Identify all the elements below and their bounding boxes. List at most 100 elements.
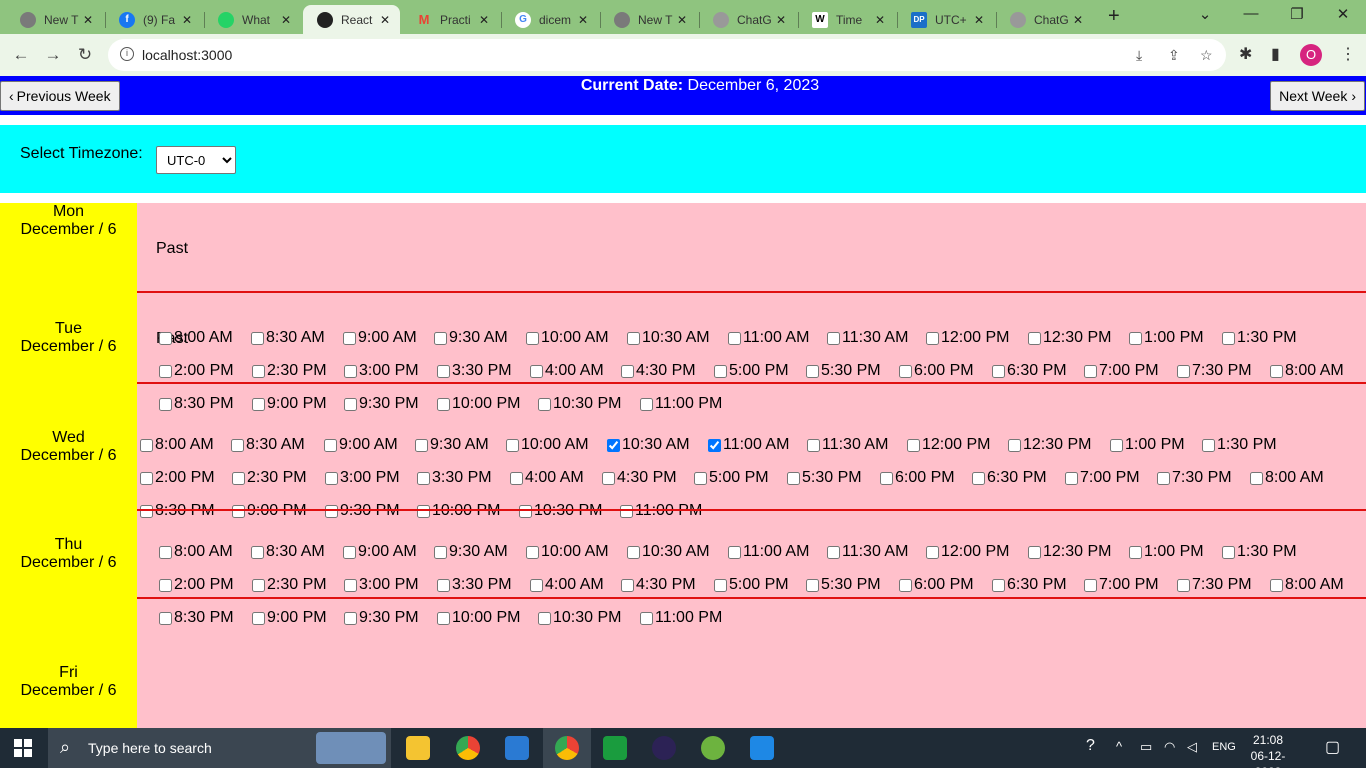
browser-tab[interactable]: Gdicem ✕: [501, 5, 598, 34]
time-slot-checkbox[interactable]: [344, 578, 357, 592]
time-slot[interactable]: 12:00 PM: [926, 329, 1009, 347]
time-slot-checkbox[interactable]: [1084, 364, 1097, 378]
windows-start-icon[interactable]: [14, 739, 32, 757]
time-slot-checkbox[interactable]: [620, 504, 633, 518]
time-slot[interactable]: 4:30 PM: [621, 576, 696, 594]
time-slot-checkbox[interactable]: [1157, 471, 1170, 485]
time-slot[interactable]: 11:30 AM: [827, 329, 908, 347]
time-slot-checkbox[interactable]: [787, 471, 800, 485]
time-slot-checkbox[interactable]: [252, 364, 265, 378]
time-slot-checkbox[interactable]: [434, 331, 447, 345]
close-tab-icon[interactable]: ✕: [1071, 13, 1085, 27]
time-slot[interactable]: 11:00 AM: [728, 543, 809, 561]
time-slot-checkbox[interactable]: [1065, 471, 1078, 485]
spring-tools-icon[interactable]: [701, 736, 725, 760]
time-slot-checkbox[interactable]: [899, 578, 912, 592]
time-slot-checkbox[interactable]: [806, 578, 819, 592]
time-slot[interactable]: 5:00 PM: [694, 469, 769, 487]
time-slot[interactable]: 4:00 AM: [530, 362, 604, 380]
time-slot[interactable]: 5:00 PM: [714, 576, 789, 594]
time-slot-checkbox[interactable]: [252, 397, 265, 411]
time-slot[interactable]: 9:30 PM: [325, 502, 400, 520]
time-slot-checkbox[interactable]: [252, 578, 265, 592]
time-slot[interactable]: 8:00 AM: [159, 543, 233, 561]
time-slot[interactable]: 2:30 PM: [232, 469, 307, 487]
time-slot-checkbox[interactable]: [907, 438, 920, 452]
time-slot[interactable]: 7:00 PM: [1065, 469, 1140, 487]
time-slot[interactable]: 9:00 PM: [252, 609, 327, 627]
time-slot[interactable]: 8:30 PM: [159, 609, 234, 627]
time-slot-checkbox[interactable]: [324, 438, 337, 452]
time-slot-checkbox[interactable]: [344, 611, 357, 625]
time-slot[interactable]: 4:00 AM: [530, 576, 604, 594]
time-slot-checkbox[interactable]: [926, 545, 939, 559]
time-slot[interactable]: 8:00 AM: [140, 436, 214, 454]
time-slot[interactable]: 5:30 PM: [806, 362, 881, 380]
timezone-select[interactable]: UTC-0: [156, 146, 236, 174]
browser-tab[interactable]: W Time ✕: [798, 5, 895, 34]
close-tab-icon[interactable]: ✕: [81, 13, 95, 27]
profile-avatar[interactable]: O: [1300, 44, 1322, 66]
time-slot[interactable]: 8:00 AM: [1270, 576, 1344, 594]
browser-tab[interactable]: ChatG ✕: [699, 5, 796, 34]
time-slot[interactable]: 3:00 PM: [325, 469, 400, 487]
time-slot-checkbox[interactable]: [880, 471, 893, 485]
time-slot-checkbox[interactable]: [159, 331, 172, 345]
close-tab-icon[interactable]: ✕: [774, 13, 788, 27]
time-slot-checkbox[interactable]: [1270, 578, 1283, 592]
game-app-icon[interactable]: [603, 736, 627, 760]
browser-tab[interactable]: DP UTC+ ✕: [897, 5, 994, 34]
battery-icon[interactable]: ▭: [1140, 739, 1152, 755]
time-slot-checkbox[interactable]: [140, 504, 153, 518]
time-slot[interactable]: 11:00 AM: [728, 329, 809, 347]
time-slot-checkbox[interactable]: [926, 331, 939, 345]
time-slot-checkbox[interactable]: [417, 471, 430, 485]
time-slot[interactable]: 7:00 PM: [1084, 576, 1159, 594]
side-panel-icon[interactable]: ▮: [1271, 44, 1280, 64]
time-slot-checkbox[interactable]: [417, 504, 430, 518]
time-slot-checkbox[interactable]: [526, 331, 539, 345]
time-slot-checkbox[interactable]: [807, 438, 820, 452]
time-slot-checkbox[interactable]: [1129, 545, 1142, 559]
time-slot-checkbox[interactable]: [1270, 364, 1283, 378]
time-slot-checkbox[interactable]: [972, 471, 985, 485]
time-slot-checkbox[interactable]: [1177, 578, 1190, 592]
time-slot-checkbox[interactable]: [621, 578, 634, 592]
wifi-icon[interactable]: ◠: [1164, 739, 1175, 755]
time-slot[interactable]: 11:30 AM: [807, 436, 888, 454]
time-slot[interactable]: 1:30 PM: [1202, 436, 1277, 454]
time-slot[interactable]: 1:00 PM: [1110, 436, 1185, 454]
time-slot[interactable]: 8:00 AM: [159, 329, 233, 347]
time-slot[interactable]: 11:00 PM: [620, 502, 702, 520]
time-slot[interactable]: 3:00 PM: [344, 576, 419, 594]
chevron-up-icon[interactable]: ^: [1116, 739, 1122, 754]
time-slot-checkbox[interactable]: [728, 545, 741, 559]
time-slot[interactable]: 6:00 PM: [899, 576, 974, 594]
time-slot[interactable]: 6:00 PM: [880, 469, 955, 487]
time-slot[interactable]: 4:00 AM: [510, 469, 584, 487]
time-slot[interactable]: 3:30 PM: [417, 469, 492, 487]
time-slot-checkbox[interactable]: [344, 364, 357, 378]
time-slot-checkbox[interactable]: [1008, 438, 1021, 452]
close-tab-icon[interactable]: ✕: [576, 13, 590, 27]
time-slot-checkbox[interactable]: [437, 611, 450, 625]
active-chrome-taskbar-slot[interactable]: [543, 728, 591, 768]
time-slot-checkbox[interactable]: [159, 364, 172, 378]
time-slot-checkbox[interactable]: [252, 611, 265, 625]
extensions-icon[interactable]: ✱: [1239, 44, 1252, 64]
time-slot-checkbox[interactable]: [140, 438, 153, 452]
language-indicator[interactable]: ENG: [1212, 741, 1236, 753]
bookmark-star-icon[interactable]: ☆: [1200, 47, 1213, 64]
time-slot[interactable]: 12:30 PM: [1028, 329, 1111, 347]
close-tab-icon[interactable]: ✕: [972, 13, 986, 27]
time-slot-checkbox[interactable]: [607, 438, 620, 452]
time-slot-checkbox[interactable]: [251, 331, 264, 345]
browser-tab[interactable]: What ✕: [204, 5, 301, 34]
time-slot[interactable]: 2:30 PM: [252, 362, 327, 380]
time-slot[interactable]: 9:30 PM: [344, 609, 419, 627]
time-slot[interactable]: 12:00 PM: [926, 543, 1009, 561]
time-slot-checkbox[interactable]: [1202, 438, 1215, 452]
time-slot-checkbox[interactable]: [708, 438, 721, 452]
time-slot-checkbox[interactable]: [1110, 438, 1123, 452]
time-slot[interactable]: 11:00 PM: [640, 609, 722, 627]
